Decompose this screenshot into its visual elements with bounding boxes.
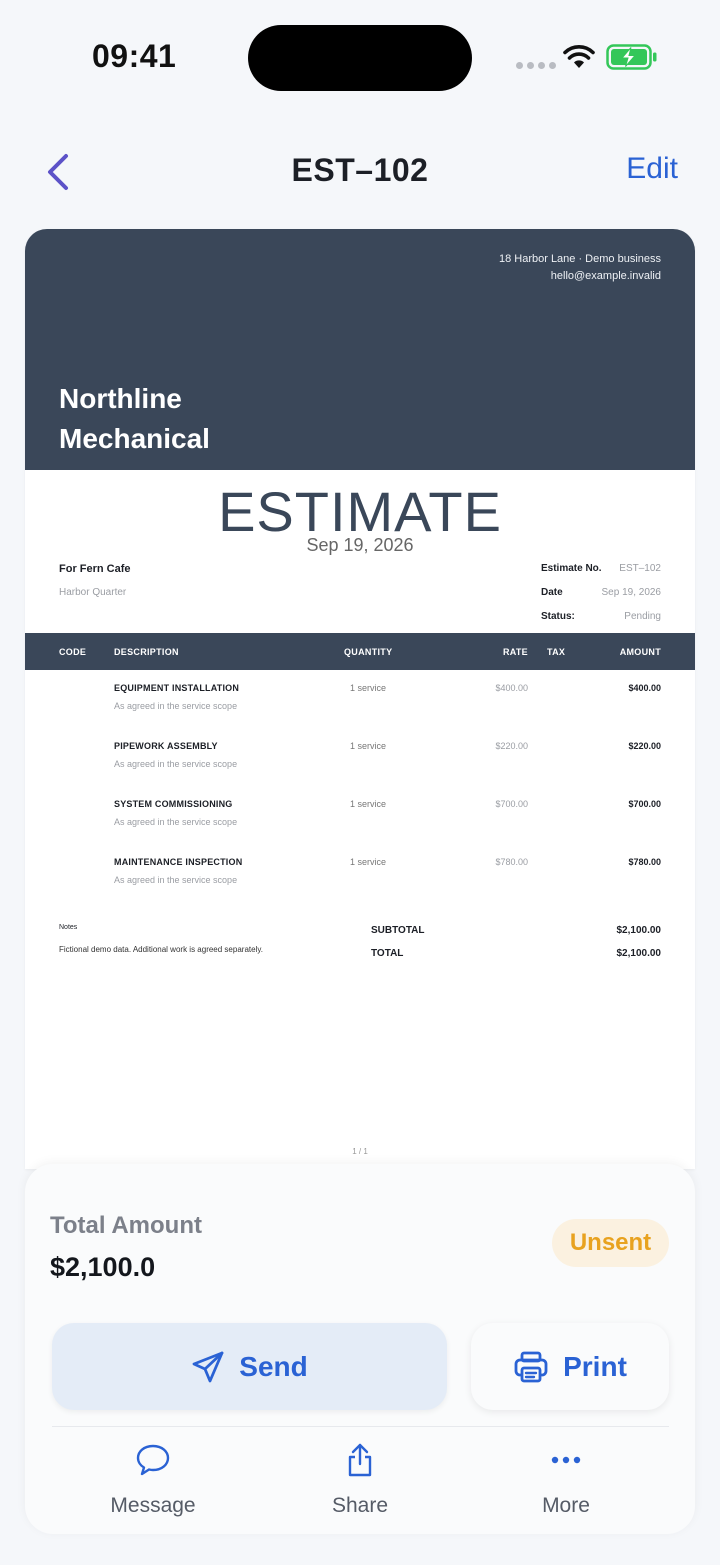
printer-icon — [514, 1351, 548, 1382]
more-label: More — [542, 1494, 590, 1517]
company-name: Northline Mechanical — [59, 383, 210, 454]
table-row: EQUIPMENT INSTALLATION As agreed in the … — [114, 683, 661, 711]
notes-text: Fictional demo data. Additional work is … — [59, 945, 263, 954]
business-address: 18 Harbor Lane · Demo business hello@exa… — [498, 253, 661, 282]
bill-to-location: Harbor Quarter — [59, 587, 127, 598]
message-action[interactable]: Message — [73, 1440, 233, 1518]
table-header: CODE DESCRIPTION QUANTITY RATE TAX AMOUN… — [25, 633, 695, 670]
print-button[interactable]: Print — [471, 1323, 669, 1410]
page-title: EST–102 — [291, 152, 429, 188]
total-amount-value: $2,100.0 — [50, 1252, 156, 1282]
col-rate: RATE — [502, 647, 528, 657]
col-code: CODE — [59, 647, 87, 657]
status-bar: 09:41 — [0, 0, 720, 115]
more-action[interactable]: More — [486, 1440, 646, 1518]
bill-to: For Fern Cafe — [59, 563, 131, 575]
col-amount: AMOUNT — [619, 647, 661, 657]
dynamic-island — [248, 25, 472, 91]
send-button[interactable]: Send — [52, 1323, 447, 1410]
col-quantity: QUANTITY — [344, 647, 393, 657]
status-badge: Unsent — [552, 1219, 669, 1267]
table-row: PIPEWORK ASSEMBLY As agreed in the servi… — [114, 741, 661, 769]
message-label: Message — [110, 1494, 196, 1517]
send-icon — [192, 1351, 224, 1382]
divider — [52, 1426, 669, 1427]
nav-bar: EST–102 Edit — [0, 140, 720, 200]
cellular-signal-icon — [516, 62, 556, 69]
edit-button[interactable]: Edit — [626, 152, 678, 186]
print-label: Print — [563, 1350, 627, 1382]
wifi-icon — [563, 45, 595, 68]
action-sheet: Total Amount $2,100.0 Unsent Send Print … — [25, 1164, 695, 1534]
table-row: MAINTENANCE INSPECTION As agreed in the … — [114, 857, 661, 885]
share-action[interactable]: Share — [280, 1440, 440, 1518]
status-time: 09:41 — [92, 38, 177, 74]
send-label: Send — [239, 1350, 308, 1382]
table-row: SYSTEM COMMISSIONING As agreed in the se… — [114, 799, 661, 827]
notes-label: Notes — [59, 924, 78, 931]
share-label: Share — [331, 1494, 389, 1517]
document-date: Sep 19, 2026 — [306, 535, 414, 555]
total-amount-label: Total Amount — [50, 1212, 202, 1239]
more-icon — [551, 1456, 581, 1464]
message-icon — [136, 1444, 170, 1476]
estimate-document[interactable]: 18 Harbor Lane · Demo business hello@exa… — [25, 229, 695, 1169]
col-tax: TAX — [547, 647, 566, 657]
battery-charging-icon — [606, 44, 657, 70]
page-number: 1 / 1 — [352, 1147, 368, 1156]
col-description: DESCRIPTION — [114, 647, 179, 657]
document-header: 18 Harbor Lane · Demo business hello@exa… — [25, 229, 695, 470]
share-icon — [348, 1443, 372, 1477]
